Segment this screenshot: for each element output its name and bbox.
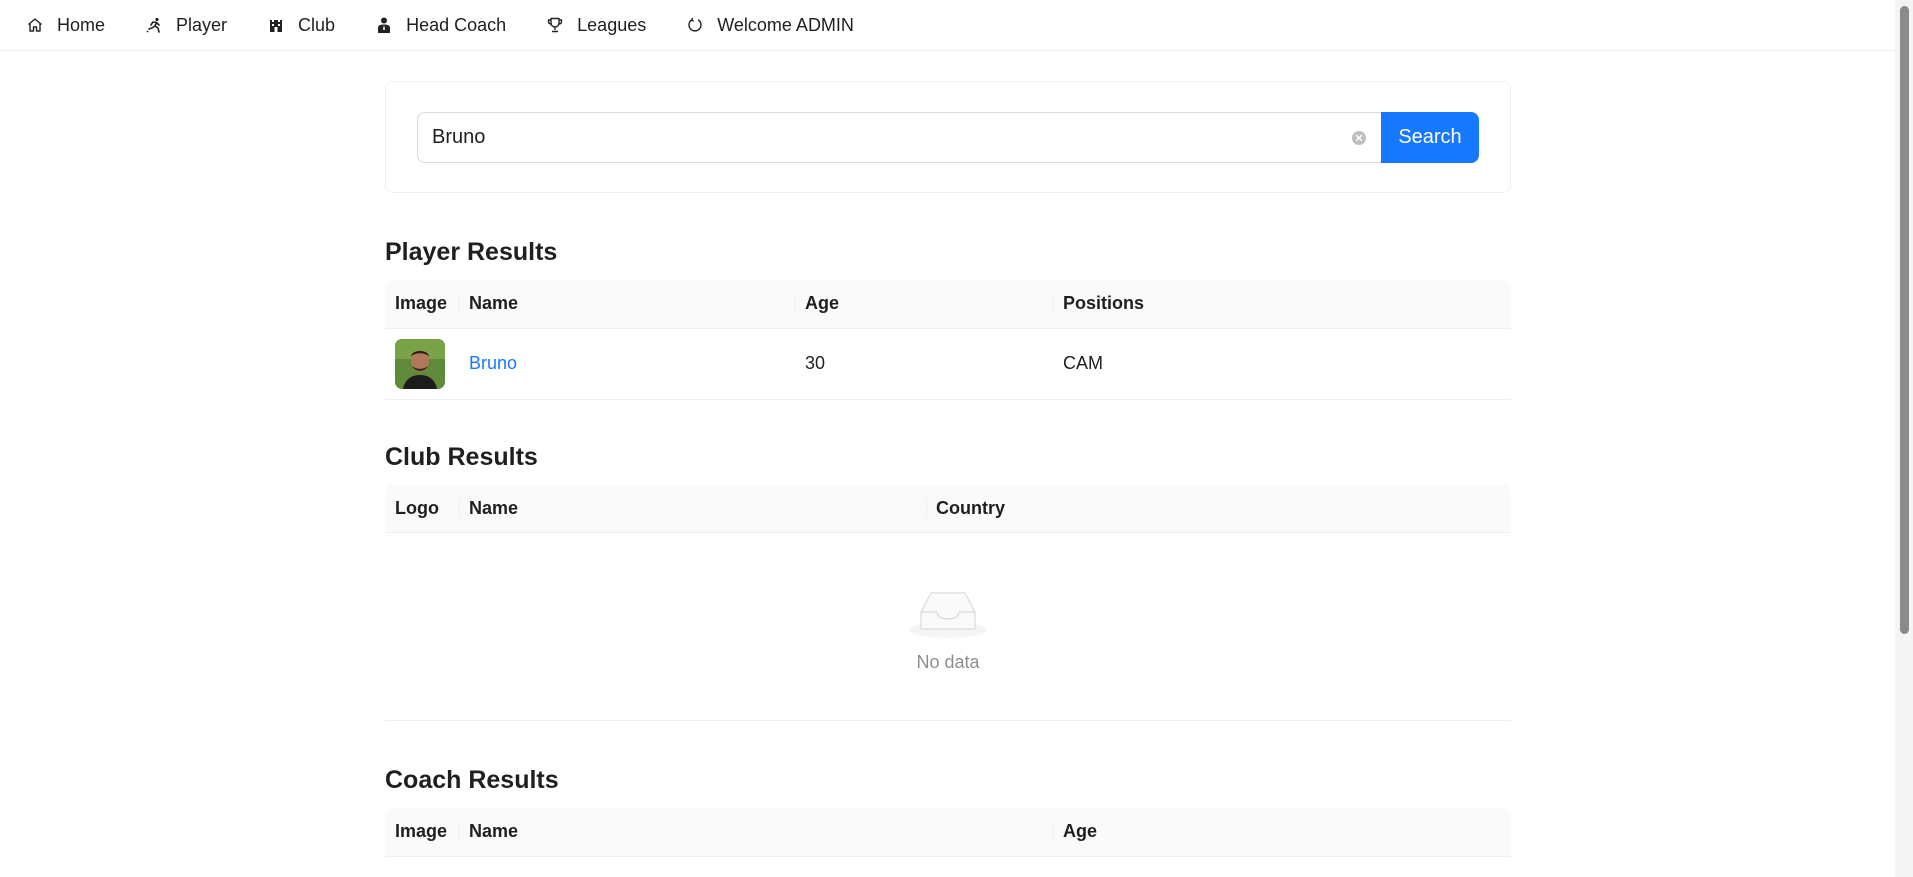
nav-label-player: Player [176,14,228,35]
player-name-link[interactable]: Bruno [469,353,517,373]
player-results-header-row: Image Name Age Positions [385,280,1511,329]
search-button[interactable]: Search [1381,112,1479,163]
vertical-scrollbar[interactable] [1895,0,1913,877]
search-input-wrapper [417,112,1381,163]
column-header-name[interactable]: Name [459,808,1053,857]
empty-state-text: No data [916,652,980,672]
table-row: Bruno 30 CAM [385,328,1511,400]
club-results-table: Logo Name Country [385,484,1511,533]
coach-icon [375,16,393,34]
nav-label-leagues: Leagues [577,14,647,35]
player-image-cell [385,328,459,400]
club-results-header-row: Logo Name Country [385,484,1511,533]
column-header-name[interactable]: Name [459,484,926,533]
scrollbar-thumb[interactable] [1900,6,1909,634]
search-input[interactable] [432,126,1341,149]
column-header-age[interactable]: Age [1053,808,1511,857]
nav-label-home: Home [57,14,106,35]
castle-icon [267,16,285,34]
column-header-image[interactable]: Image [385,808,459,857]
player-results-table: Image Name Age Positions Bruno 30 CAM [385,280,1511,400]
nav-label-head-coach: Head Coach [406,14,507,35]
trophy-icon [546,16,564,34]
empty-inbox-icon [909,592,987,638]
player-name-cell: Bruno [459,328,795,400]
search-group: Search [417,112,1479,163]
player-results-title: Player Results [385,238,558,266]
nav-item-head-coach[interactable]: Head Coach [375,0,506,51]
player-avatar [395,338,445,389]
column-header-positions[interactable]: Positions [1053,280,1511,329]
logout-icon [686,16,704,34]
coach-results-header-row: Image Name Age [385,808,1511,857]
nav-item-home[interactable]: Home [26,0,105,51]
nav-item-welcome-admin[interactable]: Welcome ADMIN [686,0,854,51]
nav-label-club: Club [298,14,336,35]
coach-results-title: Coach Results [385,766,559,794]
player-positions-cell: CAM [1053,328,1511,400]
search-card: Search [385,81,1511,193]
club-results-empty-state: No data [385,533,1511,721]
clear-icon[interactable] [1351,130,1367,146]
coach-results-table: Image Name Age [385,808,1511,857]
nav-item-leagues[interactable]: Leagues [546,0,646,51]
column-header-age[interactable]: Age [795,280,1053,329]
column-header-country[interactable]: Country [926,484,1511,533]
column-header-name[interactable]: Name [459,280,795,329]
column-header-logo[interactable]: Logo [385,484,459,533]
nav-item-player[interactable]: Player [145,0,227,51]
top-navigation: Home Player Club Head Coach Leagues Welc… [0,0,1895,51]
club-results-title: Club Results [385,442,538,471]
main-content: Search Player Results Image Name Age Pos… [385,81,1511,857]
runner-icon [145,16,163,34]
column-header-image[interactable]: Image [385,280,459,329]
player-age-cell: 30 [795,328,1053,400]
nav-item-club[interactable]: Club [267,0,335,51]
nav-label-welcome-admin: Welcome ADMIN [717,14,854,35]
home-icon [26,16,44,34]
